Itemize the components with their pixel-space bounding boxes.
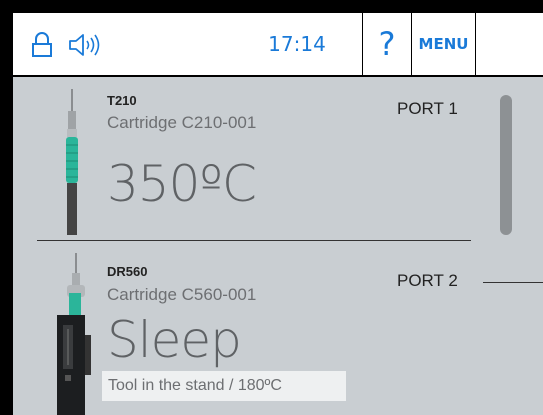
clock: 17:14 <box>268 32 326 56</box>
separator <box>475 13 476 75</box>
tool-model: T210 <box>107 93 137 108</box>
port-1-card[interactable]: T210 Cartridge C210-001 350ºC PORT 1 <box>13 77 543 241</box>
temperature-value: 350ºC <box>107 155 257 213</box>
cartridge-label: Cartridge C560-001 <box>107 285 257 304</box>
tool-model: DR560 <box>107 264 148 279</box>
port-2-line <box>483 282 543 283</box>
sleep-status-value: Sleep <box>107 311 242 369</box>
help-button[interactable]: ? <box>362 13 412 75</box>
top-bar: 17:14 ? MENU <box>13 13 543 75</box>
screen: 17:14 ? MENU T210 Cartridge C210-001 350… <box>0 0 543 415</box>
tool-status: Tool in the stand / 180ºC <box>102 371 346 401</box>
t210-handpiece-icon <box>57 85 87 235</box>
scrollbar[interactable] <box>500 95 512 235</box>
cartridge-label: Cartridge C210-001 <box>107 113 257 132</box>
speaker-icon[interactable] <box>67 33 103 57</box>
port-label: PORT 2 <box>397 271 458 290</box>
lock-icon[interactable] <box>30 32 54 58</box>
ports-panel: T210 Cartridge C210-001 350ºC PORT 1 DR5… <box>13 77 543 415</box>
port-label: PORT 1 <box>397 99 458 118</box>
menu-button[interactable]: MENU <box>411 13 476 75</box>
dr560-desoldering-tool-icon <box>51 251 97 415</box>
